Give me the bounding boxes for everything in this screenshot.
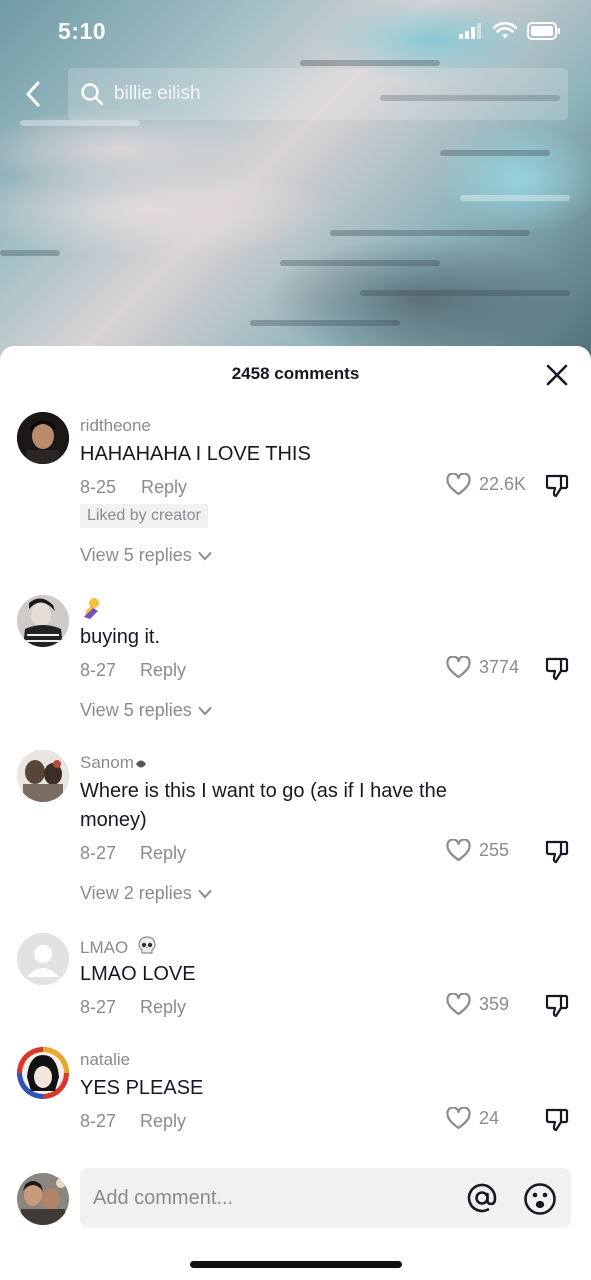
comment-username[interactable]: natalie — [80, 1050, 130, 1070]
search-input[interactable]: billie eilish — [68, 68, 568, 120]
dislike-icon[interactable] — [544, 473, 570, 499]
like-count: 359 — [479, 994, 510, 1014]
home-indicator[interactable] — [190, 1261, 402, 1268]
avatar[interactable] — [17, 412, 69, 464]
view-replies-button[interactable]: View 5 replies — [80, 545, 212, 566]
chevron-down-icon — [198, 889, 212, 898]
comment-date: 8-27 — [80, 843, 117, 863]
comment-date: 8-25 — [80, 477, 117, 497]
comment-username[interactable]: LMAO — [80, 936, 157, 958]
reply-button[interactable]: Reply — [140, 997, 186, 1018]
like-count: 24 — [479, 1108, 500, 1128]
like-count: 3774 — [479, 657, 520, 677]
comment-text: Where is this I want to go (as if I have… — [80, 780, 447, 831]
avatar[interactable] — [17, 595, 69, 647]
view-replies-button[interactable]: View 2 replies — [80, 883, 212, 904]
comment-username[interactable]: Sanom — [80, 753, 147, 773]
avatar[interactable] — [17, 1047, 69, 1099]
emoji-icon[interactable] — [523, 1182, 557, 1216]
reply-button[interactable]: Reply — [141, 477, 187, 498]
view-replies-label: View 2 replies — [80, 883, 192, 903]
status-bar: 5:10 — [0, 0, 591, 64]
wifi-icon — [493, 22, 517, 39]
add-comment-placeholder: Add comment... — [93, 1186, 234, 1209]
comment-date: 8-27 — [80, 660, 117, 680]
heart-icon — [446, 473, 471, 496]
reply-button[interactable]: Reply — [140, 843, 186, 864]
comment-date: 8-27 — [80, 1111, 117, 1131]
leaf-icon — [135, 760, 146, 768]
avatar[interactable] — [17, 933, 69, 985]
view-replies-label: View 5 replies — [80, 700, 192, 720]
comment-date: 8-27 — [80, 997, 117, 1017]
heart-icon — [446, 839, 471, 862]
comment-text: YES PLEASE — [80, 1077, 204, 1099]
comment-text: LMAO LOVE — [80, 963, 196, 985]
like-button[interactable]: 3774 — [446, 656, 519, 679]
like-count: 22.6K — [479, 474, 527, 494]
like-button[interactable]: 255 — [446, 839, 509, 862]
reply-button[interactable]: Reply — [140, 660, 186, 681]
comment-username-emoji[interactable] — [80, 595, 104, 624]
emoji-icon — [84, 598, 99, 619]
dislike-icon[interactable] — [544, 839, 570, 865]
comment-text: HAHAHAHA I LOVE THIS — [80, 443, 311, 465]
comments-count-title: 2458 comments — [231, 364, 360, 383]
current-user-avatar — [17, 1173, 69, 1225]
comment-username[interactable]: ridtheone — [80, 416, 151, 436]
heart-icon — [446, 993, 471, 1016]
close-icon[interactable] — [544, 362, 570, 388]
view-replies-label: View 5 replies — [80, 545, 192, 565]
avatar[interactable] — [17, 750, 69, 802]
status-icons — [459, 22, 561, 40]
comment-text: buying it. — [80, 626, 161, 648]
search-row: billie eilish — [0, 68, 591, 120]
search-icon — [81, 83, 104, 106]
at-mention-icon[interactable] — [466, 1182, 498, 1214]
status-time: 5:10 — [58, 18, 107, 44]
search-query: billie eilish — [114, 83, 201, 104]
heart-icon — [446, 1107, 471, 1130]
battery-icon — [527, 22, 560, 40]
dislike-icon[interactable] — [544, 993, 570, 1019]
like-button[interactable]: 359 — [446, 993, 509, 1016]
like-button[interactable]: 24 — [446, 1107, 499, 1130]
dislike-icon[interactable] — [544, 1107, 570, 1133]
liked-by-creator-badge: Liked by creator — [80, 504, 208, 528]
back-arrow-icon[interactable] — [20, 78, 48, 110]
skull-icon — [138, 936, 156, 954]
chevron-down-icon — [198, 551, 212, 560]
like-count: 255 — [479, 840, 510, 860]
reply-button[interactable]: Reply — [140, 1111, 186, 1132]
view-replies-button[interactable]: View 5 replies — [80, 700, 212, 721]
like-button[interactable]: 22.6K — [446, 473, 526, 496]
dislike-icon[interactable] — [544, 656, 570, 682]
signal-icon — [459, 23, 481, 39]
heart-icon — [446, 656, 471, 679]
chevron-down-icon — [198, 706, 212, 715]
